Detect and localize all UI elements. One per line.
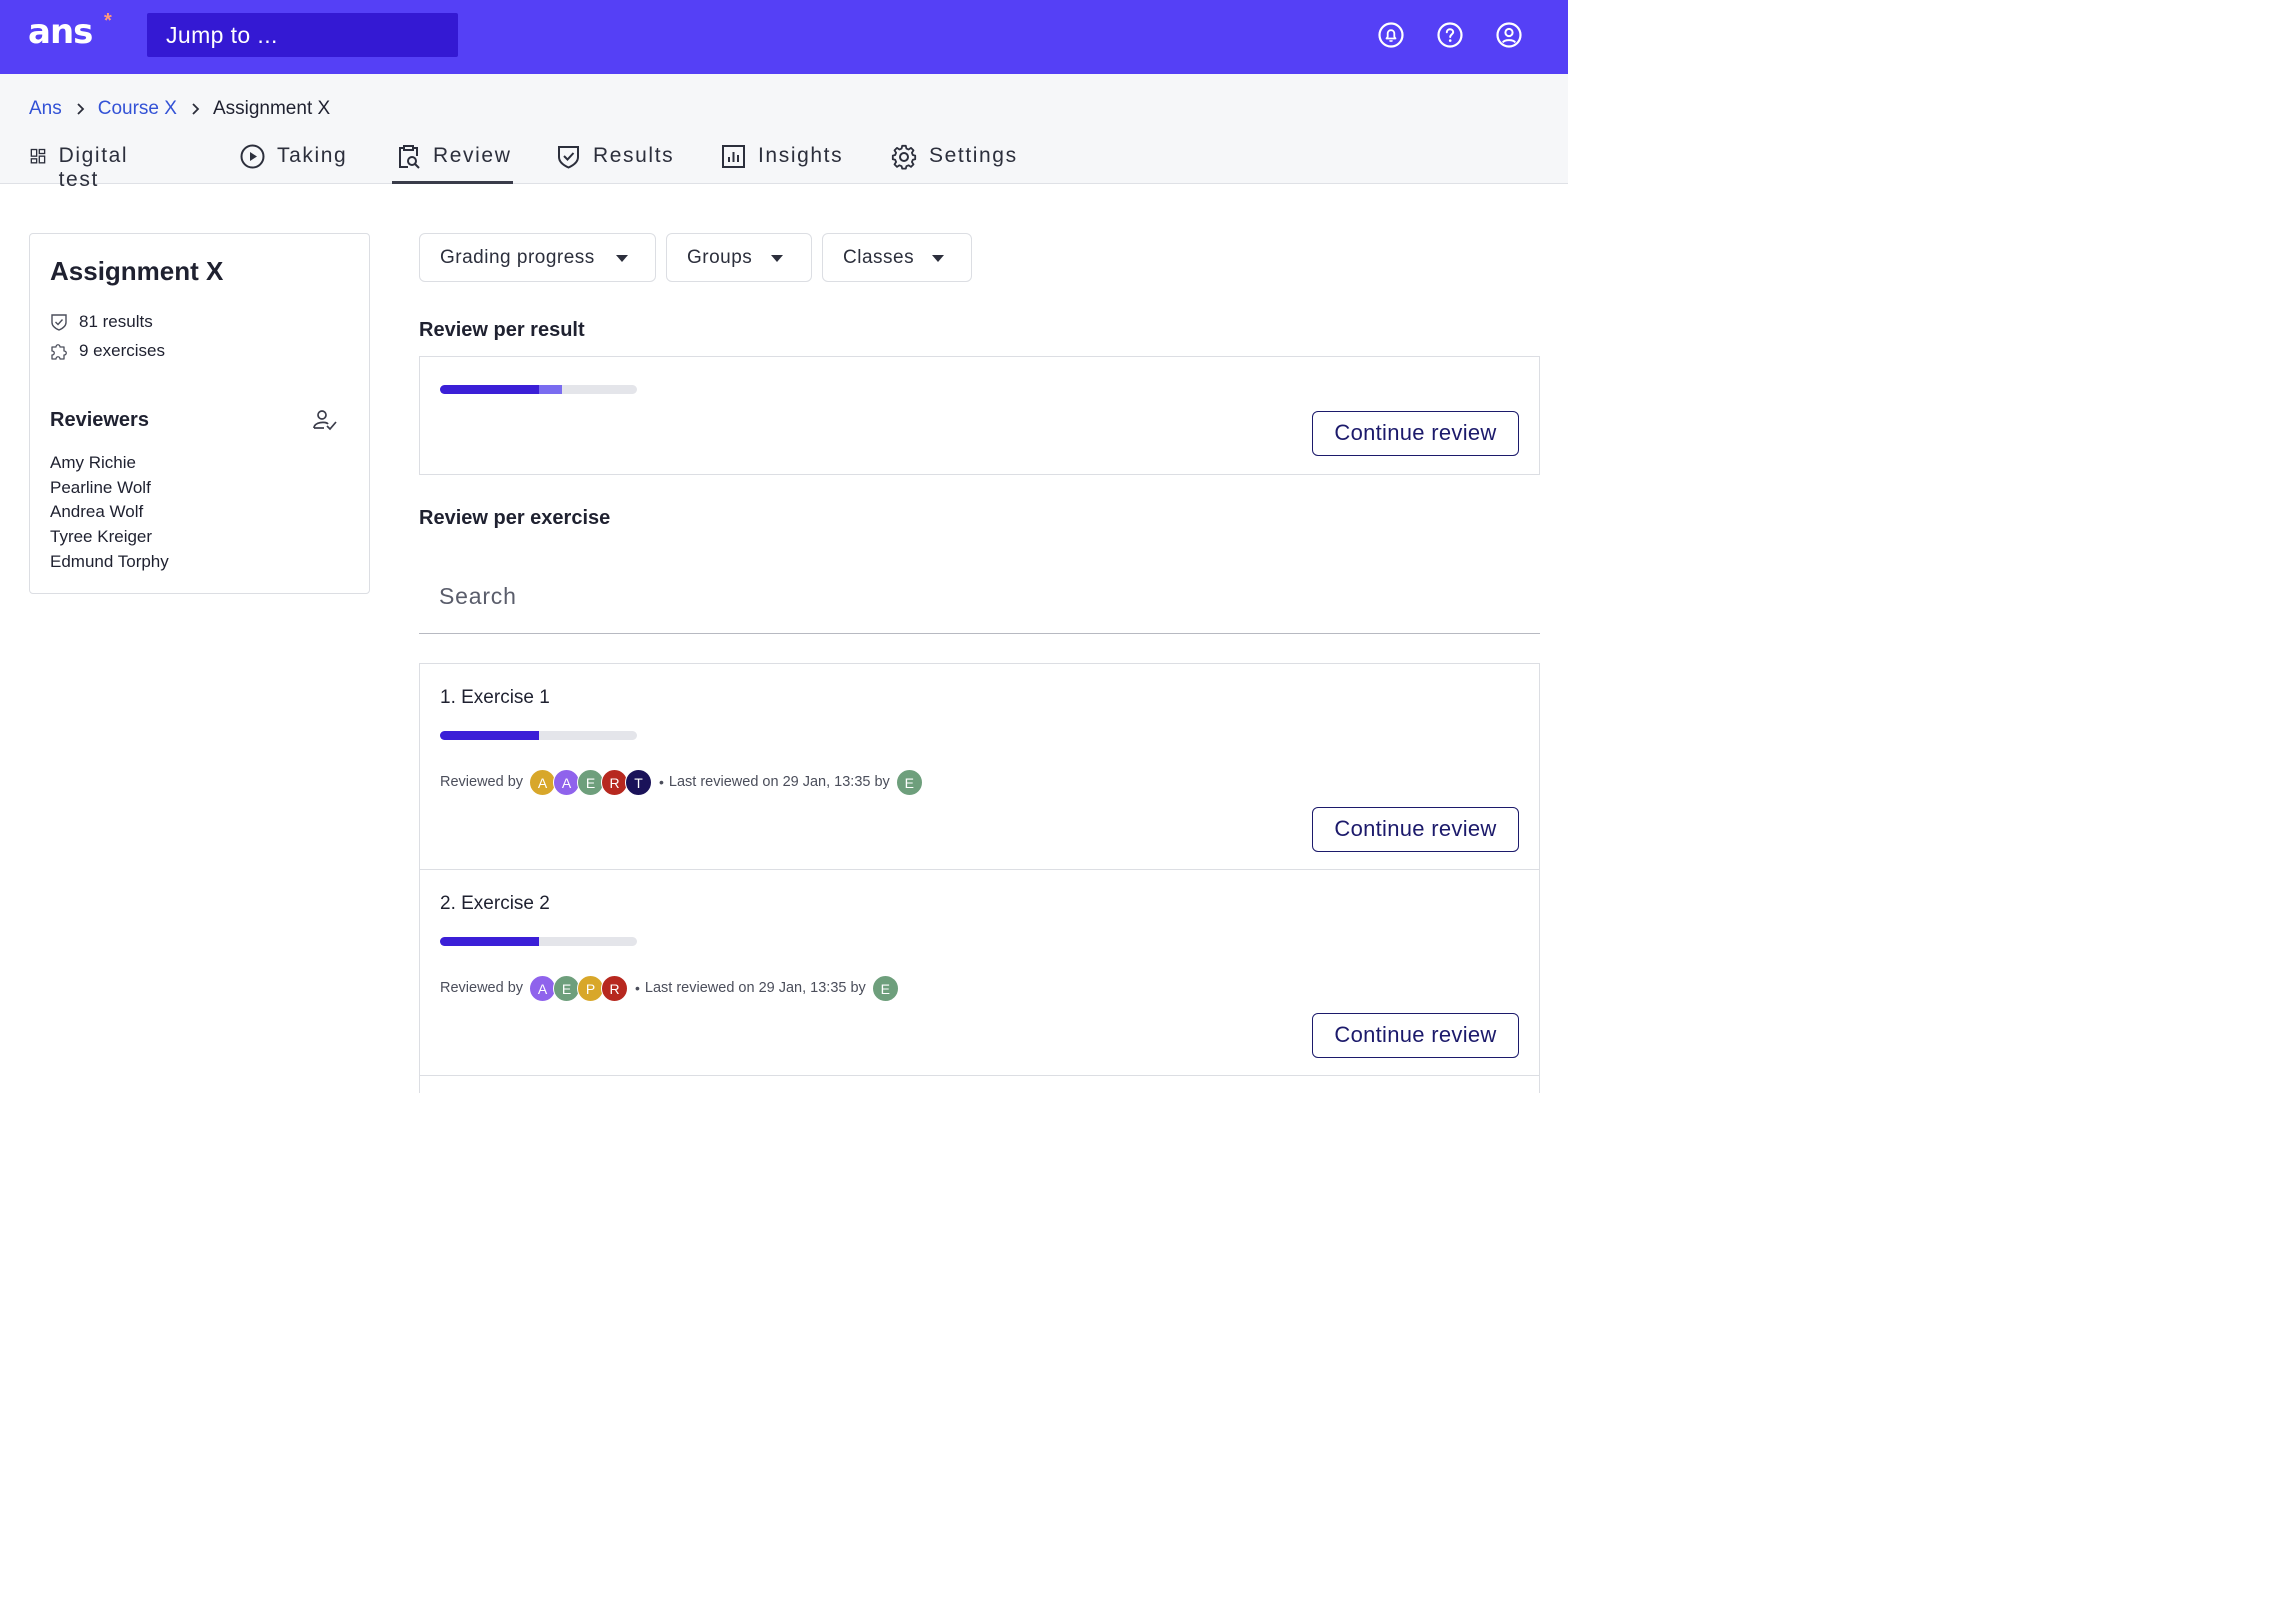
continue-review-button[interactable]: Continue review [1312,411,1519,456]
reviewer-name: Tyree Kreiger [50,527,153,547]
exercise-progress-bar [440,731,637,740]
reviewer-name: Andrea Wolf [50,502,144,522]
reviewer-list: Amy Richie Pearline Wolf Andrea Wolf Tyr… [50,451,169,575]
continue-review-button[interactable]: Continue review [1312,807,1519,852]
clipboard-search-icon [399,145,420,169]
chevron-right-icon [77,103,85,115]
notifications-icon[interactable] [1377,21,1405,49]
exercise-title: 2. Exercise 2 [440,893,550,914]
avatar: P [577,974,605,1002]
review-per-result-title: Review per result [419,319,585,341]
dashboard-icon [30,148,46,164]
play-icon [240,144,265,169]
puzzle-icon [51,344,67,360]
tab-digital-test[interactable]: Digital test [30,140,137,191]
tab-settings[interactable]: Settings [891,140,1018,184]
avatar: E [553,974,581,1002]
assignment-title: Assignment X [50,256,224,286]
reviewed-by-row: Reviewed by AAERT • Last reviewed on 29 … [440,767,923,797]
progress-in-review [538,385,563,394]
tab-label: Insights [758,144,844,167]
caret-down-icon [616,255,628,262]
grading-progress-filter[interactable]: Grading progress [419,233,656,282]
last-reviewed-text: Last reviewed on 29 Jan, 13:35 by [644,980,866,996]
caret-down-icon [932,255,944,262]
avatar: A [529,974,557,1002]
breadcrumb: Ans Course X Assignment X [29,96,330,122]
results-count: 81 results [50,312,153,332]
result-progress-bar [440,385,637,394]
progress-reviewed [440,385,539,394]
exercise-progress-bar [440,937,637,946]
breadcrumb-course[interactable]: Course X [98,98,177,120]
avatar: R [601,768,629,796]
tab-results[interactable]: Results [556,140,674,184]
caret-down-icon [771,255,783,262]
exercise-title: 1. Exercise 1 [440,687,550,708]
top-bar: ans * Jump to ... [0,0,1568,74]
reviewer-avatars: AEPR [529,974,629,1002]
reviewed-by-label: Reviewed by [440,774,524,790]
chevron-right-icon [192,103,200,115]
avatar: E [871,974,899,1002]
exercise-card [419,1075,1540,1093]
account-icon[interactable] [1495,21,1523,49]
avatar: T [625,768,653,796]
tab-insights[interactable]: Insights [721,140,843,184]
tab-taking[interactable]: Taking [240,140,347,184]
shield-check-icon [558,146,579,169]
reviewer-avatars: AAERT [529,768,653,796]
review-per-exercise-title: Review per exercise [419,507,611,529]
avatar: E [895,768,923,796]
gear-icon [891,144,917,170]
manage-reviewers-icon[interactable] [312,408,338,432]
tab-label: Results [593,144,675,167]
continue-review-button[interactable]: Continue review [1312,1013,1519,1058]
tab-label: Taking [277,144,348,167]
review-per-result-card: Continue review [419,356,1540,475]
exercise-search[interactable]: Search [419,563,1540,634]
filter-label: Grading progress [440,247,595,268]
exercise-card: 1. Exercise 1 Reviewed by AAERT • Last r… [419,663,1540,870]
reviewer-name: Edmund Torphy [50,551,169,571]
tab-label: Digital test [58,144,129,191]
breadcrumb-ans[interactable]: Ans [29,98,62,120]
tab-label: Settings [929,144,1018,167]
avatar: E [577,768,605,796]
progress-reviewed [440,937,539,946]
filter-label: Groups [687,247,753,268]
separator-dot: • [659,774,664,790]
jump-to-input[interactable]: Jump to ... [147,13,458,57]
reviewer-name: Amy Richie [50,453,136,472]
classes-filter[interactable]: Classes [822,233,972,282]
shield-check-icon [51,314,67,331]
exercises-count: 9 exercises [50,341,165,361]
avatar: R [601,974,629,1002]
separator-dot: • [635,980,640,996]
results-count-label: 81 results [79,312,153,331]
exercises-count-label: 9 exercises [79,341,165,360]
tab-review[interactable]: Review [392,140,514,184]
reviewer-name: Pearline Wolf [50,477,151,497]
logo[interactable]: ans [28,12,93,52]
avatar: A [529,768,557,796]
reviewed-by-row: Reviewed by AEPR • Last reviewed on 29 J… [440,973,899,1003]
reviewed-by-label: Reviewed by [440,980,524,996]
bar-chart-icon [722,145,745,168]
last-reviewed-text: Last reviewed on 29 Jan, 13:35 by [668,774,890,790]
reviewers-heading: Reviewers [50,409,149,431]
help-icon[interactable] [1436,21,1464,49]
avatar: A [553,768,581,796]
search-input[interactable]: Search [439,583,517,610]
exercise-card: 2. Exercise 2 Reviewed by AEPR • Last re… [419,869,1540,1076]
groups-filter[interactable]: Groups [666,233,812,282]
tab-label: Review [433,144,512,167]
progress-reviewed [440,731,539,740]
assignment-summary-card: Assignment X 81 results 9 exercises Revi… [29,233,370,594]
breadcrumb-assignment: Assignment X [212,98,331,119]
filter-label: Classes [843,247,915,268]
logo-mark: * [104,10,112,32]
